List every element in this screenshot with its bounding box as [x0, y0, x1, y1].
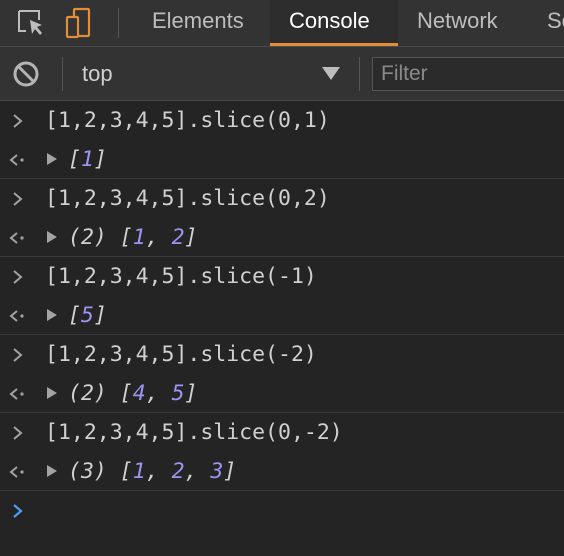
array-element: 2	[171, 459, 185, 484]
array-length: (2)	[68, 381, 107, 406]
element-picker-icon[interactable]	[14, 6, 48, 40]
console-result-row[interactable]: [1]	[0, 140, 564, 179]
console-result-row[interactable]: (3) [1, 2, 3]	[0, 452, 564, 491]
return-arrow-icon	[8, 384, 28, 404]
array-element: 1	[132, 225, 146, 250]
console-input-row[interactable]: [1,2,3,4,5].slice(-1)	[0, 257, 564, 296]
array-element: 4	[132, 381, 146, 406]
triangle-right-icon[interactable]	[45, 230, 59, 244]
device-toolbar-icon[interactable]	[64, 6, 98, 40]
console-input-row[interactable]: [1,2,3,4,5].slice(0,1)	[0, 101, 564, 140]
tab-bar-separator	[118, 8, 119, 38]
tab-network[interactable]: Network	[404, 0, 532, 46]
array-element: 5	[80, 303, 94, 328]
array-length: (3)	[68, 459, 107, 484]
chevron-right-icon	[8, 267, 28, 287]
filter-input[interactable]	[372, 57, 564, 91]
triangle-down-icon[interactable]	[320, 62, 342, 84]
console-result-value[interactable]: (2) [4, 5]	[68, 381, 197, 407]
execution-context-selector[interactable]: top	[82, 59, 113, 89]
devtools-tab-bar: Elements Console Network So	[0, 0, 564, 47]
triangle-right-icon[interactable]	[45, 386, 59, 400]
console-input-code[interactable]: [1,2,3,4,5].slice(-1)	[45, 264, 317, 290]
console-result-value[interactable]: [5]	[68, 303, 107, 329]
tab-console[interactable]: Console	[270, 0, 398, 46]
chevron-right-icon	[8, 501, 28, 521]
array-element: 5	[171, 381, 185, 406]
triangle-right-icon[interactable]	[45, 464, 59, 478]
array-length: (2)	[68, 225, 107, 250]
array-element: 2	[171, 225, 185, 250]
console-input-row[interactable]: [1,2,3,4,5].slice(0,2)	[0, 179, 564, 218]
console-input-code[interactable]: [1,2,3,4,5].slice(0,1)	[45, 108, 330, 134]
return-arrow-icon	[8, 462, 28, 482]
console-input-code[interactable]: [1,2,3,4,5].slice(-2)	[45, 342, 317, 368]
console-input-code[interactable]: [1,2,3,4,5].slice(0,2)	[45, 186, 330, 212]
tab-sources-truncated[interactable]: So	[532, 0, 564, 46]
array-element: 1	[132, 459, 146, 484]
toolbar-separator	[359, 57, 360, 91]
array-element: 3	[210, 459, 224, 484]
console-toolbar: top	[0, 47, 564, 101]
console-input-code[interactable]: [1,2,3,4,5].slice(0,-2)	[45, 420, 343, 446]
console-result-value[interactable]: (2) [1, 2]	[68, 225, 197, 251]
array-element: 1	[80, 147, 94, 172]
chevron-right-icon	[8, 111, 28, 131]
return-arrow-icon	[8, 228, 28, 248]
toolbar-separator	[62, 57, 63, 91]
console-result-value[interactable]: (3) [1, 2, 3]	[68, 459, 236, 485]
console-result-row[interactable]: (2) [1, 2]	[0, 218, 564, 257]
tab-elements[interactable]: Elements	[138, 0, 264, 46]
chevron-right-icon	[8, 423, 28, 443]
triangle-right-icon[interactable]	[45, 152, 59, 166]
chevron-right-icon	[8, 189, 28, 209]
chevron-right-icon	[8, 345, 28, 365]
console-messages: [1,2,3,4,5].slice(0,1) [1] [1,2,3,4,5].s…	[0, 101, 564, 527]
triangle-right-icon[interactable]	[45, 308, 59, 322]
console-result-row[interactable]: [5]	[0, 296, 564, 335]
clear-console-icon[interactable]	[10, 59, 42, 89]
devtools-window: Elements Console Network So top [1	[0, 0, 564, 556]
return-arrow-icon	[8, 150, 28, 170]
console-input-row[interactable]: [1,2,3,4,5].slice(0,-2)	[0, 413, 564, 452]
console-result-value[interactable]: [1]	[68, 147, 107, 173]
console-prompt[interactable]	[0, 491, 564, 527]
console-result-row[interactable]: (2) [4, 5]	[0, 374, 564, 413]
return-arrow-icon	[8, 306, 28, 326]
console-input-row[interactable]: [1,2,3,4,5].slice(-2)	[0, 335, 564, 374]
